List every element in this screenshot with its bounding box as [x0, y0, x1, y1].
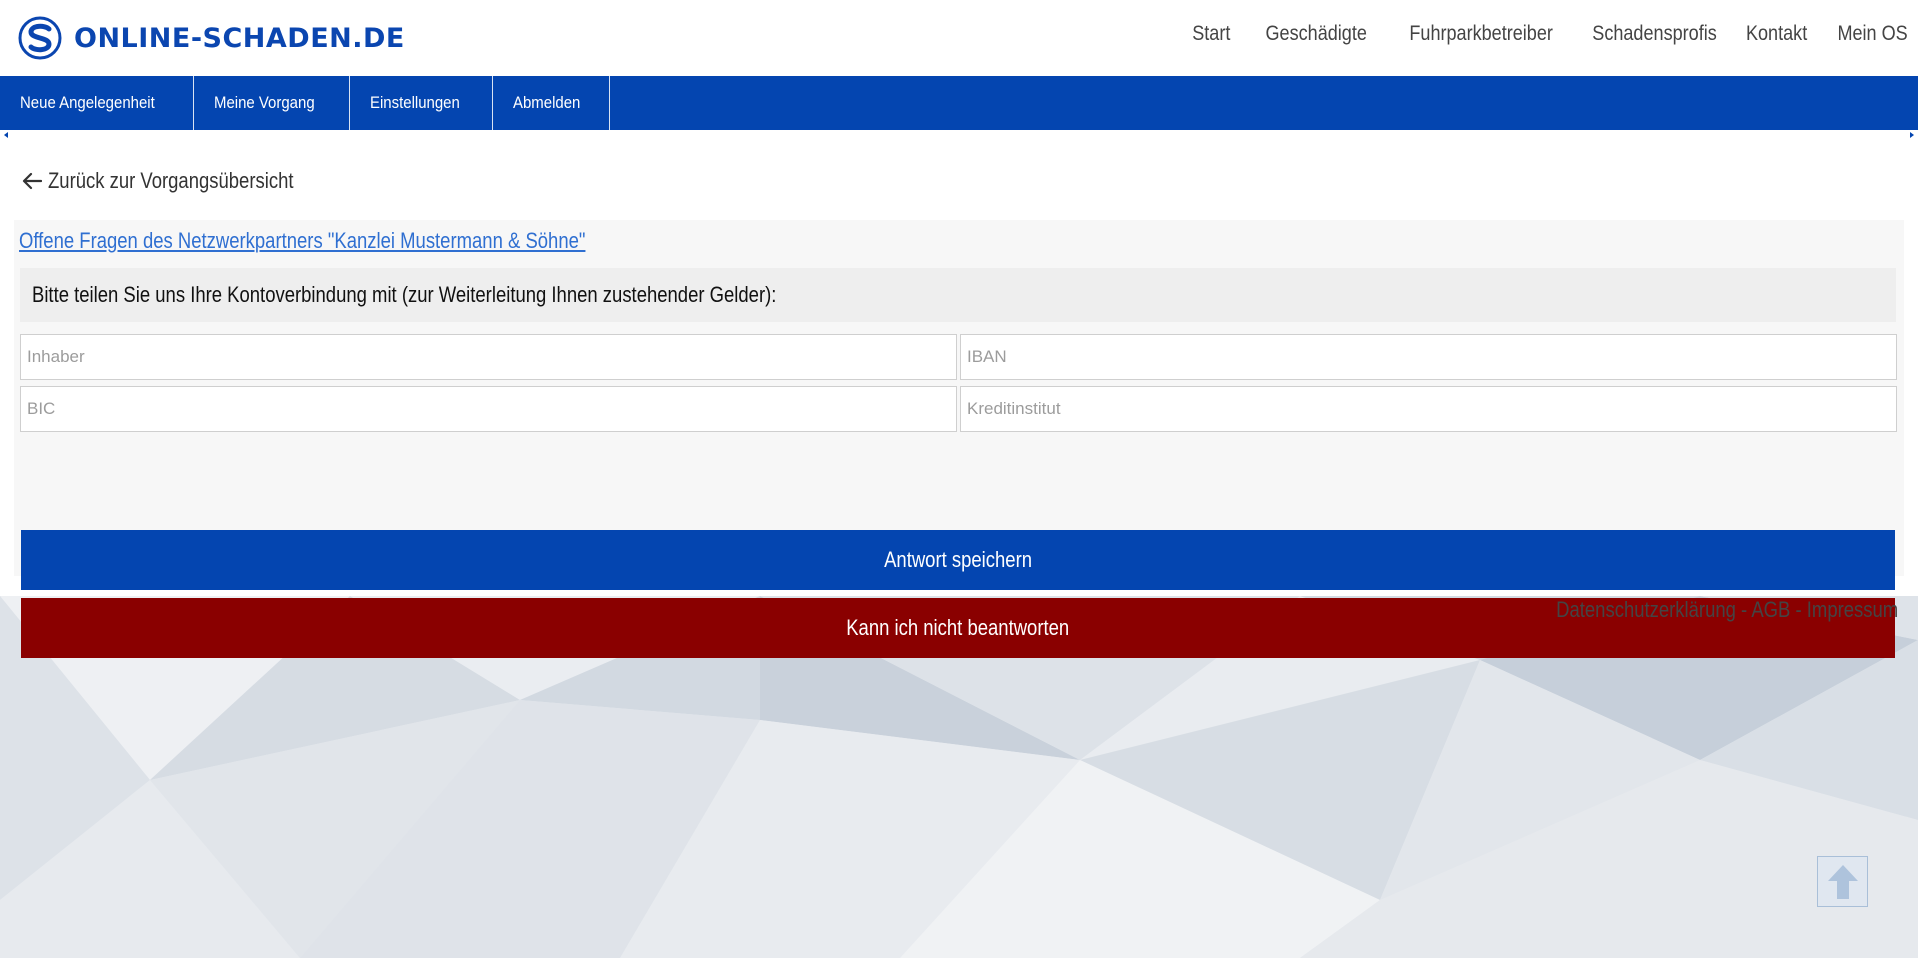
sub-nav-label: Einstellungen — [369, 93, 460, 112]
scroll-right-indicator-icon — [1910, 132, 1914, 138]
footer-link-datenschutz[interactable]: Datenschutzerklärung — [1556, 597, 1736, 622]
sub-nav-abmelden[interactable]: Abmelden — [493, 76, 611, 130]
sub-nav-neue-angelegenheit[interactable]: Neue Angelegenheit — [0, 76, 195, 130]
sub-nav-label: Abmelden — [512, 93, 580, 112]
footer-link-agb[interactable]: AGB — [1751, 597, 1790, 622]
main-content: Zurück zur Vorgangsübersicht Offene Frag… — [0, 130, 1918, 658]
footer-separator: - — [1735, 597, 1752, 622]
site-header: ONLINE-SCHADEN.DE Start Geschädigte Fuhr… — [0, 0, 1918, 76]
sub-nav-label: Meine Vorgang — [214, 93, 315, 112]
top-nav-schadensprofis[interactable]: Schadensprofis — [1593, 22, 1717, 46]
scroll-left-indicator-icon — [4, 132, 8, 138]
arrow-left-icon — [22, 172, 42, 190]
footer-link-impressum[interactable]: Impressum — [1807, 597, 1898, 622]
question-text: Bitte teilen Sie uns Ihre Kontoverbindun… — [32, 282, 777, 307]
kreditinstitut-field[interactable] — [960, 386, 1897, 432]
footer-separator: - — [1790, 597, 1807, 622]
top-navigation: Start Geschädigte Fuhrparkbetreiber Scha… — [1186, 22, 1908, 46]
sub-nav-einstellungen[interactable]: Einstellungen — [350, 76, 493, 130]
question-box: Bitte teilen Sie uns Ihre Kontoverbindun… — [20, 268, 1896, 322]
brand-name: ONLINE-SCHADEN.DE — [74, 22, 405, 54]
scroll-to-top-button[interactable] — [1817, 856, 1868, 907]
top-nav-geschaedigte[interactable]: Geschädigte — [1266, 22, 1367, 46]
top-nav-mein-os[interactable]: Mein OS — [1838, 22, 1908, 46]
top-nav-fuhrparkbetreiber[interactable]: Fuhrparkbetreiber — [1410, 22, 1554, 46]
iban-field[interactable] — [960, 334, 1897, 380]
back-to-overview-link[interactable]: Zurück zur Vorgangsübersicht — [22, 168, 340, 194]
swirl-s-logo-icon — [18, 16, 62, 60]
cannot-answer-label: Kann ich nicht beantworten — [846, 615, 1070, 640]
save-answer-button[interactable]: Antwort speichern — [21, 530, 1895, 590]
open-questions-title-link[interactable]: Offene Fragen des Netzwerkpartners "Kanz… — [19, 228, 585, 254]
brand-logo[interactable]: ONLINE-SCHADEN.DE — [18, 16, 405, 60]
bic-field[interactable] — [20, 386, 957, 432]
save-answer-label: Antwort speichern — [884, 547, 1032, 572]
footer-links: Datenschutzerklärung - AGB - Impressum — [1556, 596, 1898, 624]
back-link-label: Zurück zur Vorgangsübersicht — [48, 168, 294, 193]
open-questions-panel: Offene Fragen des Netzwerkpartners "Kanz… — [14, 220, 1904, 658]
sub-nav-meine-vorgang[interactable]: Meine Vorgang — [194, 76, 350, 130]
top-nav-start[interactable]: Start — [1192, 22, 1230, 46]
top-nav-kontakt[interactable]: Kontakt — [1746, 22, 1807, 46]
inhaber-field[interactable] — [20, 334, 957, 380]
sub-navigation: Neue Angelegenheit Meine Vorgang Einstel… — [0, 76, 1918, 130]
sub-nav-label: Neue Angelegenheit — [20, 93, 155, 112]
arrow-up-icon — [1827, 864, 1858, 899]
